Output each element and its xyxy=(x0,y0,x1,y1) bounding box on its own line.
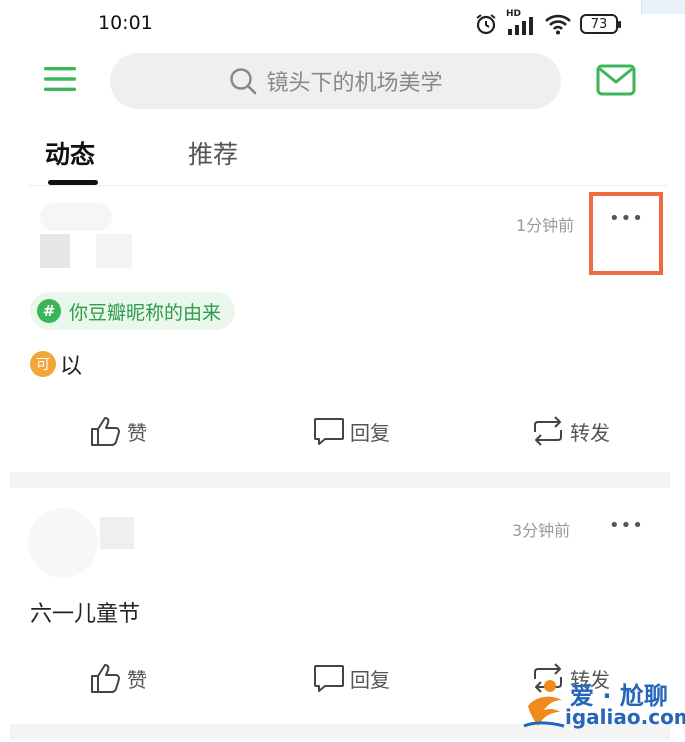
username-blur xyxy=(96,234,132,268)
username-blur xyxy=(40,234,70,268)
emoji-icon: 可 xyxy=(30,351,56,377)
avatar[interactable] xyxy=(28,508,98,578)
hashtag-icon: # xyxy=(37,299,61,323)
reply-button[interactable]: 回复 xyxy=(312,661,390,695)
post-content: 可 以 xyxy=(30,348,82,380)
post-text: 六一儿童节 xyxy=(30,602,141,627)
more-options-button[interactable]: ••• xyxy=(609,515,644,536)
topic-label: 你豆瓣昵称的由来 xyxy=(69,301,222,324)
username-blur xyxy=(100,517,134,549)
corner-tab xyxy=(641,0,685,14)
tab-divider xyxy=(28,185,668,186)
signal-icon xyxy=(508,17,533,35)
status-icons: HD 73 xyxy=(474,9,621,38)
topic-tag[interactable]: # 你豆瓣昵称的由来 xyxy=(30,292,236,330)
tab-recommend[interactable]: 推荐 xyxy=(188,135,238,171)
menu-icon[interactable] xyxy=(43,64,77,94)
reply-label: 回复 xyxy=(350,420,390,445)
repost-label: 转发 xyxy=(570,420,610,445)
search-icon xyxy=(230,68,257,95)
search-placeholder: 镜头下的机场美学 xyxy=(266,71,443,96)
watermark-url: igaliao.com xyxy=(565,705,685,729)
repost-button[interactable]: 转发 xyxy=(530,414,610,448)
repost-icon xyxy=(534,416,562,446)
mail-icon[interactable] xyxy=(596,64,636,96)
alarm-icon xyxy=(476,14,496,35)
watermark-logo-icon xyxy=(523,680,565,728)
like-label: 赞 xyxy=(127,667,147,692)
thumbs-up-icon xyxy=(91,417,120,446)
post-text: 以 xyxy=(60,354,83,379)
like-button[interactable]: 赞 xyxy=(89,414,147,448)
reply-label: 回复 xyxy=(350,667,390,692)
avatar[interactable] xyxy=(40,203,112,231)
reply-button[interactable]: 回复 xyxy=(312,414,390,448)
thumbs-up-icon xyxy=(91,664,120,693)
status-time: 10:01 xyxy=(98,12,153,34)
battery-indicator: 73 xyxy=(580,14,621,34)
post-separator xyxy=(10,472,670,488)
search-bar[interactable]: 镜头下的机场美学 xyxy=(110,53,561,109)
wifi-icon xyxy=(545,14,571,35)
post-time: 1分钟前 xyxy=(516,216,575,235)
more-options-highlight xyxy=(589,192,663,275)
like-label: 赞 xyxy=(127,420,147,445)
post-time: 3分钟前 xyxy=(512,521,571,540)
tab-feed[interactable]: 动态 xyxy=(45,135,95,171)
comment-icon xyxy=(314,665,344,692)
comment-icon xyxy=(314,418,344,445)
signal-indicator: HD xyxy=(506,9,536,36)
like-button[interactable]: 赞 xyxy=(89,661,147,695)
